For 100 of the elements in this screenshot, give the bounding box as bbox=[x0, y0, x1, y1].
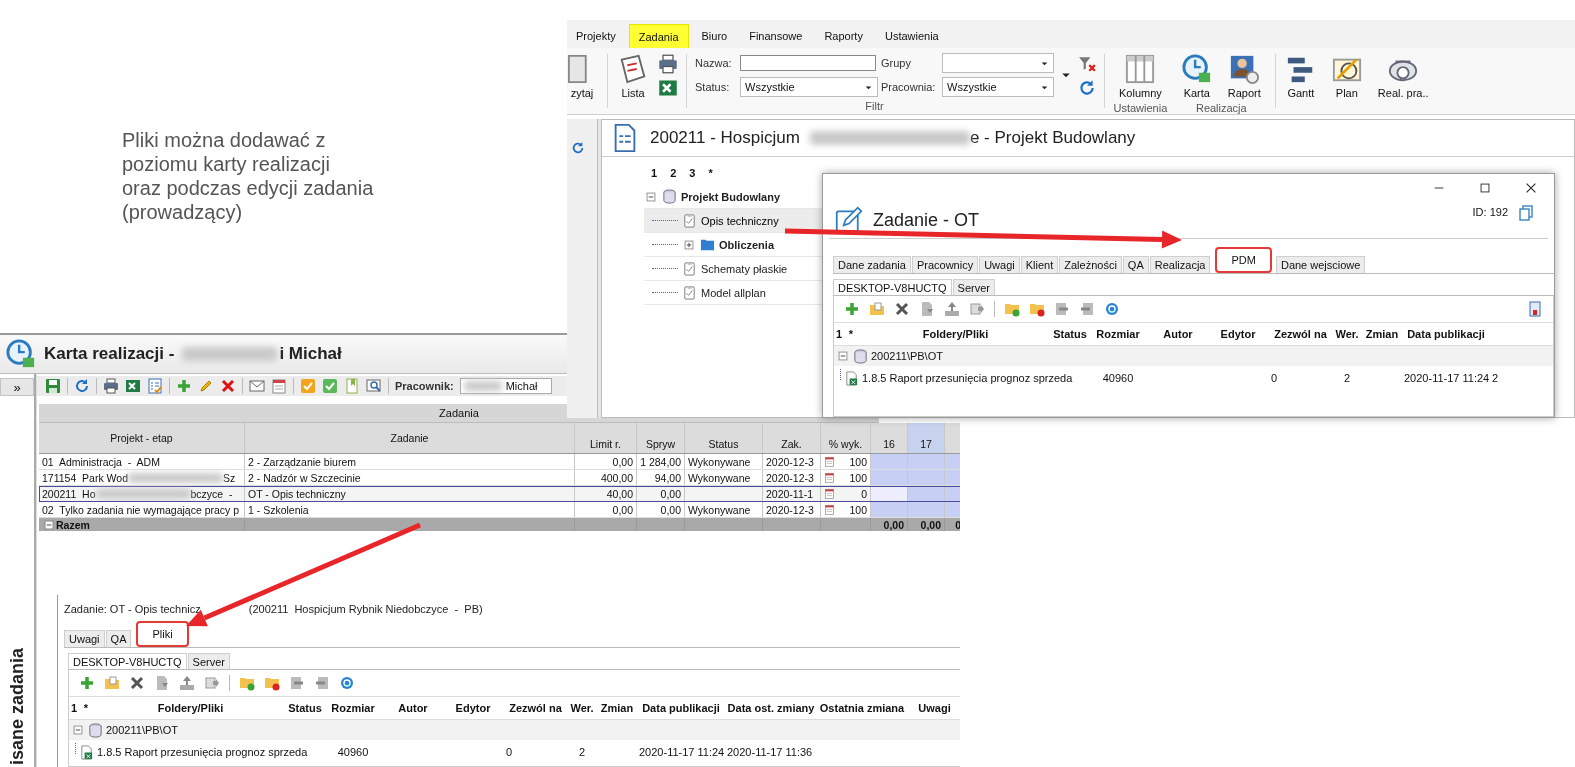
calendar-icon[interactable] bbox=[271, 378, 287, 394]
column-header[interactable]: Status bbox=[288, 697, 322, 719]
column-header[interactable]: Zezwól na bbox=[1269, 323, 1332, 345]
table-row[interactable]: 200211 Ho bczyce - OT - Opis techniczny 40,00 0,00 2020-11-1 0 bbox=[39, 486, 960, 502]
tree-item[interactable]: Opis techniczny bbox=[701, 214, 779, 227]
column-header[interactable]: Autor bbox=[384, 697, 442, 719]
list-button[interactable]: Lista bbox=[612, 50, 654, 102]
tab[interactable]: Klient bbox=[1020, 256, 1059, 273]
upload-icon[interactable] bbox=[179, 675, 195, 691]
name-field[interactable] bbox=[740, 55, 876, 71]
tab[interactable]: Dane wejsciowe bbox=[1275, 256, 1366, 273]
tree-item[interactable]: Model allplan bbox=[701, 286, 766, 299]
column-header[interactable]: Rozmiar bbox=[1087, 323, 1149, 345]
add-icon[interactable] bbox=[79, 675, 95, 691]
expand-icon[interactable] bbox=[682, 237, 696, 252]
export-icon[interactable] bbox=[1054, 301, 1070, 317]
refresh-icon[interactable] bbox=[571, 141, 585, 155]
column-header[interactable]: Zak. bbox=[763, 423, 821, 453]
groups-dropdown[interactable] bbox=[942, 53, 1054, 73]
tab[interactable]: Pracownicy bbox=[911, 256, 979, 273]
upload-icon[interactable] bbox=[944, 301, 960, 317]
ribbon-button[interactable]: Plan bbox=[1325, 50, 1368, 102]
preview-icon[interactable] bbox=[366, 378, 382, 394]
filter-clear-icon[interactable] bbox=[1078, 55, 1096, 73]
checklist-icon[interactable] bbox=[147, 378, 163, 394]
column-header[interactable]: Data ost. zmiany bbox=[725, 697, 817, 719]
tab[interactable]: Projekty bbox=[567, 24, 625, 48]
sync-icon[interactable] bbox=[1104, 301, 1120, 317]
export-icon[interactable] bbox=[289, 675, 305, 691]
tab[interactable]: Finansowe bbox=[740, 24, 812, 48]
printer-icon[interactable] bbox=[658, 54, 678, 74]
tab[interactable]: Uwagi bbox=[979, 256, 1020, 273]
outline-level[interactable]: 3 bbox=[689, 167, 696, 179]
report-icon[interactable] bbox=[1527, 301, 1543, 317]
column-header[interactable]: 1 bbox=[834, 323, 844, 345]
delete-icon[interactable] bbox=[129, 675, 145, 691]
forward-icon[interactable] bbox=[204, 675, 220, 691]
ribbon-button[interactable]: Gantt bbox=[1279, 50, 1322, 102]
envelope-icon[interactable] bbox=[249, 378, 265, 394]
column-header[interactable]: Wer. bbox=[1332, 323, 1362, 345]
outline-level[interactable]: 1 bbox=[651, 167, 658, 179]
file-name[interactable]: 1.8.5 Raport przesunięcia prognoz sprzeda bbox=[862, 372, 1073, 384]
tab[interactable]: Dane zadania bbox=[833, 256, 911, 273]
column-header[interactable]: 17 bbox=[908, 423, 945, 453]
employee-field[interactable]: Michał bbox=[459, 378, 552, 394]
column-header[interactable]: Edytor bbox=[1207, 323, 1269, 345]
collapse-icon[interactable] bbox=[71, 723, 85, 737]
column-header[interactable]: Zmian bbox=[1362, 323, 1402, 345]
collapse-button[interactable]: » bbox=[0, 378, 34, 396]
import-icon[interactable] bbox=[314, 675, 330, 691]
ribbon-button[interactable]: Real. pra.. bbox=[1371, 50, 1435, 102]
column-header[interactable]: % wyk. bbox=[821, 423, 871, 453]
tab[interactable]: Server bbox=[952, 279, 995, 295]
column-header[interactable]: Wer. bbox=[567, 697, 597, 719]
collapse-icon[interactable] bbox=[42, 518, 56, 531]
save-icon[interactable] bbox=[45, 378, 61, 394]
table-row[interactable]: 02 Tylko zadania nie wymagające pracy p 1 - Szkolenia 0,00 0,00 Wykonywane 2020-12-3 100 bbox=[39, 502, 960, 518]
import-icon[interactable] bbox=[1079, 301, 1095, 317]
ribbon-button[interactable]: Karta bbox=[1175, 50, 1218, 102]
folder-name[interactable]: 200211\PB\OT bbox=[106, 724, 178, 736]
close-icon[interactable] bbox=[1524, 181, 1538, 195]
folder-add-icon[interactable] bbox=[239, 675, 255, 691]
tab[interactable]: QA bbox=[105, 630, 132, 647]
column-header[interactable]: Spryw bbox=[637, 423, 685, 453]
tab[interactable]: DESKTOP-V8HUCTQ bbox=[68, 653, 187, 669]
tab[interactable]: Zadania bbox=[628, 24, 689, 48]
ribbon-button[interactable]: Raport bbox=[1221, 50, 1267, 102]
collapse-icon[interactable] bbox=[836, 349, 850, 363]
calendar-icon[interactable] bbox=[824, 456, 835, 467]
column-header[interactable]: Zmian bbox=[597, 697, 637, 719]
tab[interactable]: Ustawienia bbox=[875, 24, 948, 48]
delete-icon[interactable] bbox=[894, 301, 910, 317]
document-icon[interactable] bbox=[919, 301, 935, 317]
column-header[interactable]: Foldery/Pliki bbox=[93, 697, 288, 719]
column-header[interactable]: Foldery/Pliki bbox=[858, 323, 1053, 345]
copy-icon[interactable] bbox=[1518, 205, 1534, 221]
column-header[interactable]: Zezwól na bbox=[504, 697, 567, 719]
file-name[interactable]: 1.8.5 Raport przesunięcia prognoz sprzeda bbox=[97, 746, 308, 758]
folder-name[interactable]: 200211\PB\OT bbox=[871, 350, 943, 362]
tab[interactable]: Raporty bbox=[815, 24, 872, 48]
folder-add-icon[interactable] bbox=[1004, 301, 1020, 317]
collapse-icon[interactable] bbox=[644, 189, 658, 204]
column-header[interactable]: Limit r. bbox=[575, 423, 637, 453]
check-square-icon[interactable] bbox=[300, 378, 316, 394]
document-icon[interactable] bbox=[154, 675, 170, 691]
add-icon[interactable] bbox=[844, 301, 860, 317]
refresh-icon[interactable] bbox=[1078, 79, 1096, 97]
folder-remove-icon[interactable] bbox=[1029, 301, 1045, 317]
table-row[interactable]: 171154 Park Wod Sz 2 - Nadzór w Szczecinie 400,00 94,00 Wykonywane 2020-12-3 100 bbox=[39, 470, 960, 486]
outline-level[interactable]: * bbox=[708, 167, 713, 179]
column-header[interactable]: Data publikacji bbox=[1402, 323, 1490, 345]
printer-icon[interactable] bbox=[103, 378, 119, 394]
column-header[interactable]: 1 bbox=[69, 697, 79, 719]
column-header[interactable]: Ostatnia zmiana bbox=[817, 697, 907, 719]
tab[interactable]: Pliki bbox=[136, 621, 189, 647]
column-header[interactable]: Status bbox=[685, 423, 763, 453]
tab[interactable]: Biuro bbox=[692, 24, 737, 48]
workshop-dropdown[interactable]: Wszystkie bbox=[942, 77, 1054, 97]
column-header[interactable]: Edytor bbox=[442, 697, 504, 719]
check-square-icon[interactable] bbox=[322, 378, 338, 394]
